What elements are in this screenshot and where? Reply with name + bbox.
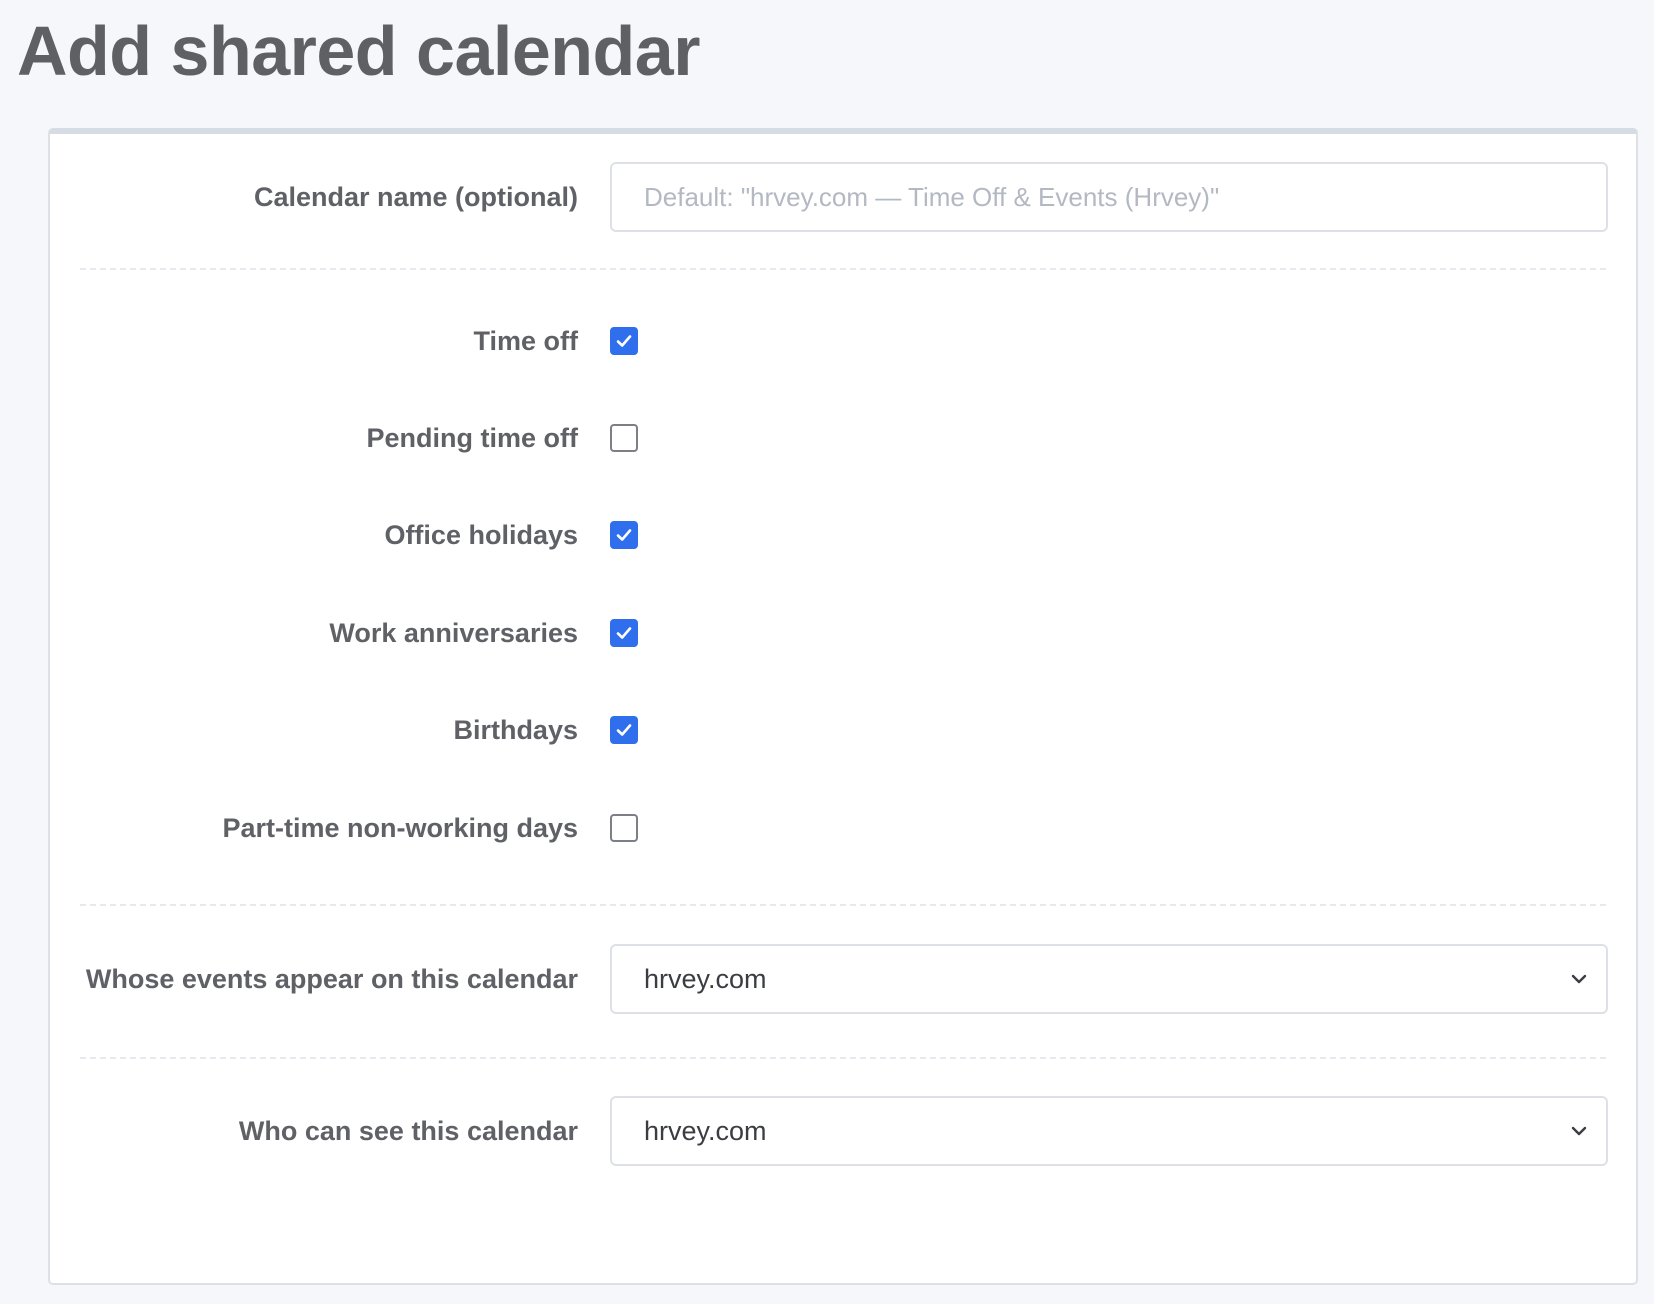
shared-calendar-form: Calendar name (optional) Time off Pendin… — [48, 128, 1638, 1285]
option-label-birthdays: Birthdays — [453, 715, 578, 745]
checkbox-part-time-non-working-days[interactable] — [610, 814, 638, 842]
check-icon — [616, 627, 632, 639]
option-row-birthdays: Birthdays — [80, 714, 1606, 746]
section-divider — [80, 904, 1606, 906]
events-source-label: Whose events appear on this calendar — [85, 964, 578, 994]
section-divider — [80, 268, 1606, 270]
option-label-time-off: Time off — [473, 326, 578, 356]
checkbox-birthdays[interactable] — [610, 716, 638, 744]
calendar-name-label: Calendar name (optional) — [253, 182, 578, 212]
chevron-down-icon — [1571, 974, 1587, 984]
option-row-time-off: Time off — [80, 325, 1606, 357]
visibility-row: Who can see this calendar hrvey.com — [80, 1096, 1608, 1166]
events-source-row: Whose events appear on this calendar hrv… — [80, 944, 1608, 1014]
visibility-label: Who can see this calendar — [238, 1116, 578, 1146]
calendar-name-row: Calendar name (optional) — [80, 162, 1608, 232]
check-icon — [616, 335, 632, 347]
section-divider — [80, 1057, 1606, 1059]
check-icon — [616, 724, 632, 736]
page-title: Add shared calendar — [17, 12, 700, 90]
option-row-office-holidays: Office holidays — [80, 519, 1606, 551]
option-row-part-time-non-working-days: Part-time non-working days — [80, 812, 1606, 844]
visibility-selected-value: hrvey.com — [644, 1116, 767, 1146]
calendar-name-input[interactable] — [610, 162, 1608, 232]
checkbox-pending-time-off[interactable] — [610, 424, 638, 452]
visibility-select[interactable]: hrvey.com — [610, 1096, 1608, 1166]
option-row-pending-time-off: Pending time off — [80, 422, 1606, 454]
option-row-work-anniversaries: Work anniversaries — [80, 617, 1606, 649]
events-source-select[interactable]: hrvey.com — [610, 944, 1608, 1014]
checkbox-office-holidays[interactable] — [610, 521, 638, 549]
option-label-part-time-non-working-days: Part-time non-working days — [222, 813, 578, 843]
option-label-work-anniversaries: Work anniversaries — [329, 618, 578, 648]
checkbox-time-off[interactable] — [610, 327, 638, 355]
chevron-down-icon — [1571, 1126, 1587, 1136]
events-source-selected-value: hrvey.com — [644, 964, 767, 994]
option-label-office-holidays: Office holidays — [384, 520, 578, 550]
checkbox-work-anniversaries[interactable] — [610, 619, 638, 647]
check-icon — [616, 529, 632, 541]
option-label-pending-time-off: Pending time off — [366, 423, 579, 453]
